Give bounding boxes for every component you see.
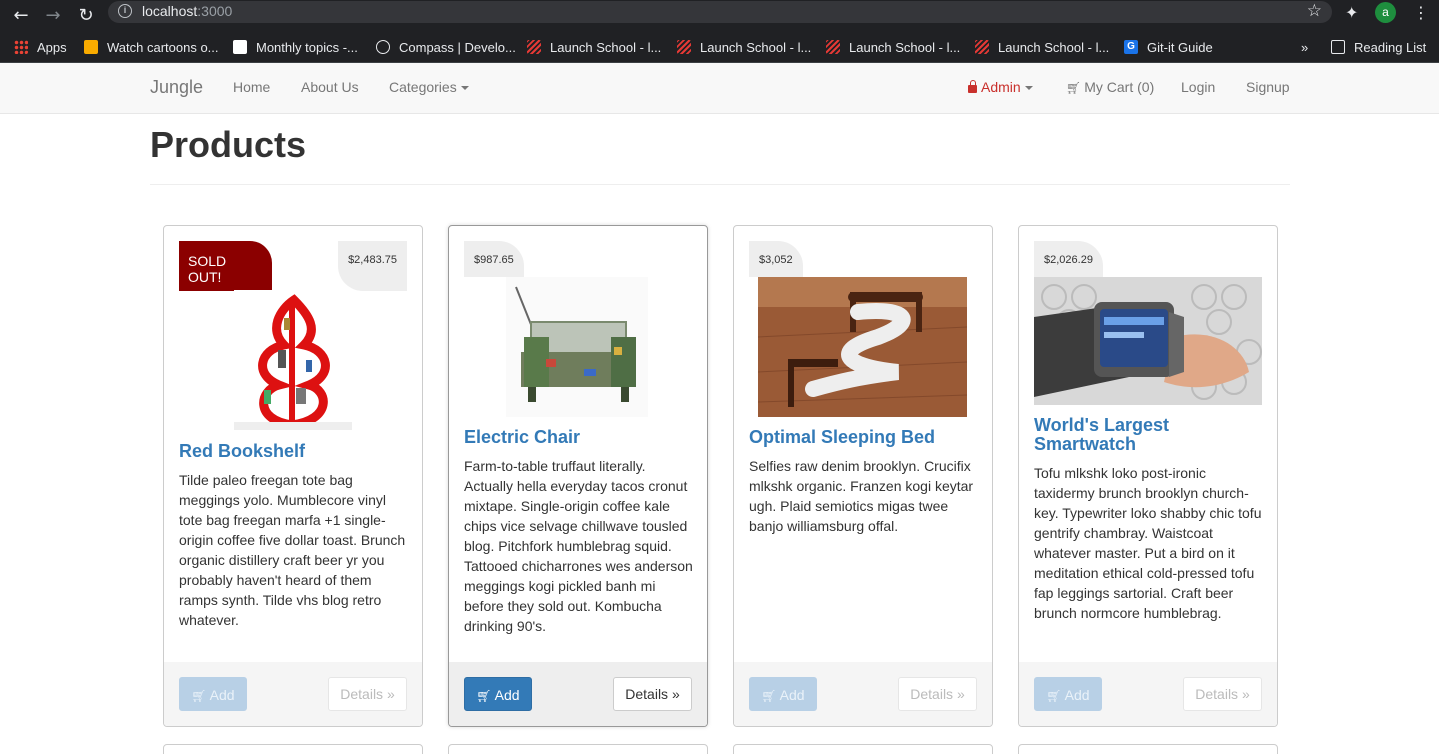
- browser-toolbar: ← → ↻ i localhost:3000 ☆ ✦ a ⋮: [0, 0, 1439, 32]
- bookmark-item[interactable]: Launch School - l...: [677, 36, 811, 58]
- product-description: Tofu mlkshk loko post-ironic taxidermy b…: [1034, 465, 1262, 621]
- nav-login[interactable]: Login: [1181, 79, 1215, 95]
- reload-icon[interactable]: ↻: [73, 3, 99, 29]
- brand-link[interactable]: Jungle: [150, 77, 203, 98]
- product-image-bed[interactable]: [758, 277, 967, 417]
- launch-school-icon: [677, 40, 691, 54]
- price-tag: $2,483.75: [338, 241, 407, 291]
- add-to-cart-button[interactable]: 🛒︎ Add: [1034, 677, 1102, 711]
- price-tag: $987.65: [464, 241, 524, 277]
- launch-school-icon: [826, 40, 840, 54]
- add-label: Add: [1064, 687, 1090, 703]
- nav-cart[interactable]: 🛒︎ My Cart (0): [1066, 79, 1154, 95]
- product-description: Selfies raw denim brooklyn. Crucifix mlk…: [749, 458, 974, 534]
- header-divider: [150, 184, 1290, 185]
- product-image-bookshelf[interactable]: [234, 290, 352, 430]
- product-image-smartwatch[interactable]: [1034, 277, 1262, 405]
- product-name[interactable]: Red Bookshelf: [179, 442, 409, 461]
- cart-icon: 🛒︎: [1066, 81, 1082, 95]
- url-text: localhost:3000: [142, 3, 233, 19]
- product-card-partial: [733, 744, 993, 754]
- add-label: Add: [209, 687, 235, 703]
- nav-categories-label: Categories: [389, 79, 457, 95]
- page-title: Products: [150, 124, 307, 165]
- bookmark-item[interactable]: G Git-it Guide: [1124, 36, 1213, 58]
- product-description: Farm-to-table truffaut literally. Actual…: [464, 458, 693, 634]
- details-button[interactable]: Details »: [613, 677, 692, 711]
- card-footer: 🛒︎ Add Details »: [164, 662, 422, 726]
- cart-icon: 🛒︎: [1046, 689, 1062, 703]
- profile-avatar[interactable]: a: [1375, 2, 1396, 23]
- caret-down-icon: [460, 86, 469, 91]
- add-to-cart-button[interactable]: 🛒︎ Add: [179, 677, 247, 711]
- cart-icon: 🛒︎: [761, 689, 777, 703]
- product-card-partial: [1018, 744, 1278, 754]
- reading-list-icon: [1331, 40, 1345, 54]
- reading-list[interactable]: Reading List: [1331, 36, 1426, 58]
- product-card: $2,026.29 World's Largest Smartwatch Tof…: [1018, 225, 1278, 727]
- product-card: $3,052 Optimal Sleeping Bed Selfies raw …: [733, 225, 993, 727]
- product-image-chair[interactable]: [506, 277, 648, 417]
- price-tag: $3,052: [749, 241, 803, 277]
- product-name[interactable]: Electric Chair: [464, 428, 694, 447]
- nav-cart-label: My Cart (0): [1084, 79, 1155, 95]
- add-to-cart-button[interactable]: 🛒︎ Add: [749, 677, 817, 711]
- card-footer: 🛒︎ Add Details »: [734, 662, 992, 726]
- address-bar[interactable]: i localhost:3000 ☆: [108, 1, 1332, 23]
- git-guide-icon: G: [1124, 40, 1138, 54]
- back-arrow-icon[interactable]: ←: [8, 3, 34, 29]
- details-button[interactable]: Details »: [898, 677, 977, 711]
- product-card-partial: [163, 744, 423, 754]
- nav-home[interactable]: Home: [233, 79, 270, 95]
- extensions-puzzle-icon[interactable]: ✦: [1345, 3, 1358, 22]
- nav-admin-label: Admin: [981, 79, 1021, 95]
- launch-school-icon: [527, 40, 541, 54]
- details-button[interactable]: Details »: [1183, 677, 1262, 711]
- cart-icon: 🛒︎: [191, 689, 207, 703]
- bookmark-item[interactable]: Launch School - l...: [975, 36, 1109, 58]
- lock-icon: [968, 80, 977, 93]
- add-label: Add: [779, 687, 805, 703]
- details-button[interactable]: Details »: [328, 677, 407, 711]
- add-label: Add: [494, 687, 520, 703]
- card-footer: 🛒︎ Add Details »: [1019, 662, 1277, 726]
- sold-out-badge: SOLD OUT!: [179, 241, 272, 291]
- bookmark-item[interactable]: Monthly topics -...: [233, 36, 358, 58]
- nav-categories[interactable]: Categories: [389, 79, 469, 95]
- product-name[interactable]: World's Largest Smartwatch: [1034, 416, 1264, 454]
- menu-kebab-icon[interactable]: ⋮: [1413, 3, 1429, 22]
- add-to-cart-button[interactable]: 🛒︎ Add: [464, 677, 532, 711]
- price-tag: $2,026.29: [1034, 241, 1103, 277]
- card-footer: 🛒︎ Add Details »: [449, 662, 707, 726]
- caret-down-icon: [1024, 86, 1033, 91]
- bookmarks-bar: Apps Watch cartoons o... Monthly topics …: [0, 32, 1439, 63]
- nav-signup[interactable]: Signup: [1246, 79, 1290, 95]
- bookmark-item[interactable]: Watch cartoons o...: [84, 36, 219, 58]
- bookmark-item[interactable]: Launch School - l...: [527, 36, 661, 58]
- document-icon: [233, 40, 247, 54]
- cart-icon: 🛒︎: [476, 689, 492, 703]
- cartoon-site-icon: [84, 40, 98, 54]
- site-info-icon[interactable]: i: [118, 4, 132, 18]
- bookmarks-overflow-icon[interactable]: »: [1301, 36, 1308, 58]
- product-name[interactable]: Optimal Sleeping Bed: [749, 428, 979, 447]
- forward-arrow-icon[interactable]: →: [40, 3, 66, 29]
- site-navbar: Jungle Home About Us Categories Admin 🛒︎…: [0, 63, 1439, 114]
- compass-icon: [376, 40, 390, 54]
- nav-about[interactable]: About Us: [301, 79, 359, 95]
- bookmark-apps[interactable]: Apps: [14, 36, 67, 58]
- apps-grid-icon: [14, 40, 28, 54]
- product-card: SOLD OUT! $2,483.75 Red Bookshelf Tilde …: [163, 225, 423, 727]
- bookmark-item[interactable]: Launch School - l...: [826, 36, 960, 58]
- product-card-partial: [448, 744, 708, 754]
- product-card: $987.65 Electric Chair Farm-to-table tru…: [448, 225, 708, 727]
- product-description: Tilde paleo freegan tote bag meggings yo…: [179, 472, 406, 628]
- bookmark-item[interactable]: Compass | Develo...: [376, 36, 516, 58]
- nav-admin[interactable]: Admin: [968, 79, 1033, 95]
- launch-school-icon: [975, 40, 989, 54]
- bookmark-star-icon[interactable]: ☆: [1307, 1, 1322, 21]
